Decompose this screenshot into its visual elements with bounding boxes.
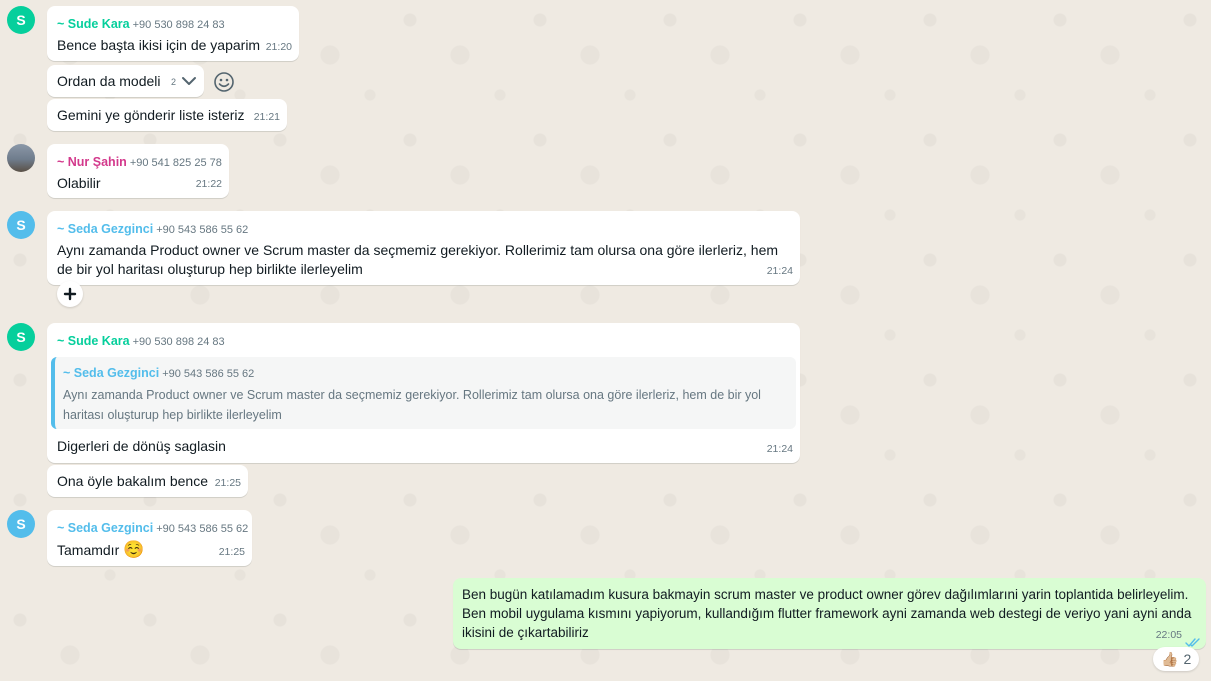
sender-phone: +90 530 898 24 83 <box>132 336 225 348</box>
message-text: Digerleri de dönüş saglasin <box>57 438 226 454</box>
quoted-sender-line: ~ Seda Gezginci +90 543 586 55 62 <box>63 364 254 384</box>
quoted-message[interactable]: ~ Seda Gezginci +90 543 586 55 62 Aynı za… <box>51 357 796 429</box>
chevron-down-icon[interactable] <box>180 72 198 90</box>
message-time: 22:05 <box>1155 629 1182 641</box>
message-text: Tamamdır <box>57 542 120 558</box>
message-time: 21:25 <box>218 546 245 558</box>
message-bubble[interactable]: Ona öyle bakalım bence 21:25 <box>47 465 248 497</box>
message-time: 21:22 <box>195 178 222 190</box>
relieved-face-emoji: ☺️ <box>123 540 145 559</box>
sender-line: ~ Seda Gezginci +90 543 586 55 62 <box>57 220 248 240</box>
smiley-icon[interactable] <box>212 70 236 94</box>
sender-name[interactable]: ~ Sude Kara <box>57 17 130 31</box>
message-time: 21:25 <box>214 477 241 489</box>
sender-line: ~ Nur Şahin +90 541 825 25 78 <box>57 153 222 173</box>
reaction-badge[interactable]: 👍🏼 2 <box>1153 647 1200 671</box>
message-bubble[interactable]: ~ Sude Kara +90 530 898 24 83 ~ Seda Gezg… <box>47 323 800 463</box>
avatar[interactable]: S <box>7 510 35 538</box>
sender-name[interactable]: ~ Nur Şahin <box>57 155 127 169</box>
message-text: Ona öyle bakalım bence <box>57 473 208 489</box>
message-time: 21:21 <box>253 111 280 123</box>
avatar[interactable]: S <box>7 211 35 239</box>
sender-phone: +90 541 825 25 78 <box>129 157 222 169</box>
quoted-sender-phone: +90 543 586 55 62 <box>162 368 255 380</box>
message-bubble[interactable]: Ordan da modeli 2 <box>47 65 204 97</box>
quoted-sender-name: ~ Seda Gezginci <box>63 366 160 380</box>
message-text: Gemini ye gönderir liste isteriz <box>57 107 245 123</box>
message-text-line: Tamamdır ☺️ <box>57 540 144 560</box>
outgoing-message-bubble[interactable]: Ben bugün katılamadım kusura bakmayin sc… <box>453 578 1206 649</box>
message-bubble[interactable]: ~ Seda Gezginci +90 543 586 55 62 Aynı za… <box>47 211 800 285</box>
avatar[interactable] <box>7 144 35 172</box>
sender-line: ~ Seda Gezginci +90 543 586 55 62 <box>57 519 248 539</box>
quoted-text: Aynı zamanda Product owner ve Scrum mast… <box>63 388 761 422</box>
sender-line: ~ Sude Kara +90 530 898 24 83 <box>57 332 225 352</box>
plus-icon[interactable] <box>57 281 83 307</box>
double-check-icon <box>1185 634 1201 647</box>
message-text: Ben bugün katılamadım kusura bakmayin sc… <box>462 587 1192 640</box>
sender-phone: +90 530 898 24 83 <box>132 19 225 31</box>
sender-name[interactable]: ~ Seda Gezginci <box>57 222 153 236</box>
message-bubble[interactable]: ~ Nur Şahin +90 541 825 25 78 Olabilir 21… <box>47 144 229 198</box>
message-time: 2 <box>170 77 176 87</box>
message-text: Aynı zamanda Product owner ve Scrum mast… <box>57 242 779 277</box>
message-text: Olabilir <box>57 175 101 191</box>
avatar[interactable]: S <box>7 323 35 351</box>
message-text: Ordan da modeli <box>57 73 161 89</box>
message-bubble[interactable]: ~ Sude Kara +90 530 898 24 83 Bence başta… <box>47 6 299 61</box>
sender-line: ~ Sude Kara +90 530 898 24 83 <box>57 15 225 35</box>
message-time: 21:24 <box>766 443 793 455</box>
message-bubble[interactable]: ~ Seda Gezginci +90 543 586 55 62 Tamamdı… <box>47 510 252 566</box>
message-time: 21:24 <box>766 265 793 277</box>
sender-name[interactable]: ~ Seda Gezginci <box>57 521 153 535</box>
message-text: Bence başta ikisi için de yaparim <box>57 37 261 53</box>
avatar[interactable]: S <box>7 6 35 34</box>
sender-phone: +90 543 586 55 62 <box>156 224 249 236</box>
sender-name[interactable]: ~ Sude Kara <box>57 334 130 348</box>
reaction-count: 2 <box>1183 651 1192 667</box>
message-time: 21:20 <box>265 41 292 53</box>
thumbs-up-emoji: 👍🏼 <box>1161 650 1179 667</box>
message-bubble[interactable]: Gemini ye gönderir liste isteriz 21:21 <box>47 99 287 131</box>
sender-phone: +90 543 586 55 62 <box>156 523 249 535</box>
